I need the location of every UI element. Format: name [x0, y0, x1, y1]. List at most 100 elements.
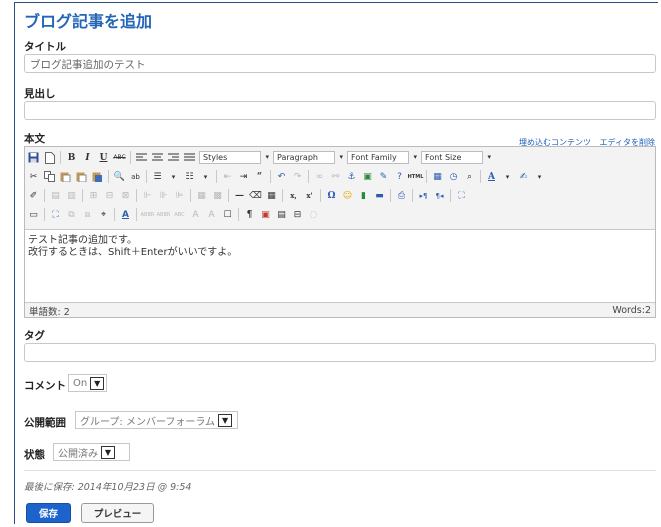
edit-css-icon[interactable]: ✐ — [27, 189, 40, 202]
paste-icon[interactable] — [59, 170, 72, 183]
undo-icon[interactable]: ↶ — [275, 170, 288, 183]
find-icon[interactable]: 🔍 — [113, 170, 126, 183]
link-icon[interactable]: ∞ — [313, 170, 326, 183]
clock-icon[interactable]: ◷ — [447, 170, 460, 183]
chevron-down-icon[interactable]: ▾ — [501, 170, 514, 183]
replace-icon[interactable]: ab — [129, 170, 142, 183]
subscript-icon[interactable]: x, — [287, 189, 300, 202]
advanced-hr-icon[interactable]: ▬ — [373, 189, 386, 202]
italic-button[interactable]: I — [81, 151, 94, 164]
zoom-icon[interactable]: ⌕ — [463, 170, 476, 183]
move-forward-icon[interactable]: ⛶ — [49, 208, 62, 221]
rtl-icon[interactable]: ¶◂ — [433, 189, 446, 202]
font-color-icon[interactable]: A — [485, 170, 498, 183]
delete-row-icon[interactable]: ⊠ — [119, 189, 132, 202]
copy-icon[interactable] — [43, 170, 56, 183]
fullscreen-icon[interactable]: ⛶ — [455, 189, 468, 202]
tags-input[interactable] — [24, 343, 656, 362]
toolbar-separator — [136, 189, 137, 202]
indent-icon[interactable]: ⇥ — [237, 170, 250, 183]
acronym-icon[interactable]: ABC — [173, 208, 186, 221]
split-cells-icon[interactable]: ▦ — [195, 189, 208, 202]
title-input[interactable]: ブログ記事追加のテスト — [24, 54, 656, 73]
status-select[interactable]: 公開済み ▼ — [53, 443, 130, 461]
visibility-select[interactable]: グループ: メンバーフォーラム ▼ — [75, 411, 238, 429]
row-insert-icon[interactable]: ▤ — [49, 189, 62, 202]
html-source-icon[interactable]: HTML — [408, 170, 424, 183]
table-icon[interactable]: ▦ — [431, 170, 444, 183]
merge-cells-icon[interactable]: ▩ — [211, 189, 224, 202]
insert-col-before-icon[interactable]: ⊩ — [141, 189, 154, 202]
move-backward-icon[interactable]: ⧉ — [65, 208, 78, 221]
align-justify-icon[interactable] — [183, 151, 196, 164]
insert-layer-icon[interactable]: ▭ — [27, 208, 40, 221]
attribs-icon[interactable]: ☐ — [221, 208, 234, 221]
editor-content-line: テスト記事の追加です。 — [28, 235, 137, 246]
unlink-icon[interactable]: ⚯ — [329, 170, 342, 183]
format-dropdown[interactable]: Paragraph ▾ — [273, 151, 343, 164]
nonbreaking-icon[interactable]: ⊟ — [291, 208, 304, 221]
chevron-down-icon[interactable]: ▾ — [533, 170, 546, 183]
insert-row-after-icon[interactable]: ⊟ — [103, 189, 116, 202]
pagebreak-circle-icon[interactable]: ◌ — [307, 208, 320, 221]
underline-button[interactable]: U — [97, 151, 110, 164]
del-icon[interactable]: A — [189, 208, 202, 221]
ltr-icon[interactable]: ▸¶ — [417, 189, 430, 202]
bold-button[interactable]: B — [65, 151, 78, 164]
chevron-down-icon[interactable]: ▾ — [199, 170, 212, 183]
strikethrough-button[interactable]: ABC — [113, 151, 126, 164]
align-center-icon[interactable] — [151, 151, 164, 164]
save-icon[interactable] — [27, 151, 40, 164]
style-props-icon[interactable]: ⌖ — [97, 208, 110, 221]
help-icon[interactable]: ? — [393, 170, 406, 183]
cut-icon[interactable]: ✂ — [27, 170, 40, 183]
comment-select[interactable]: On ▼ — [68, 374, 107, 392]
align-right-icon[interactable] — [167, 151, 180, 164]
font-family-dropdown[interactable]: Font Family ▾ — [347, 151, 417, 164]
toolbar-separator — [108, 170, 109, 183]
superscript-icon[interactable]: x' — [303, 189, 316, 202]
editor-content-area[interactable]: テスト記事の追加です。 改行するときは、Shift＋Enterがいいですよ。 — [25, 229, 655, 303]
chevron-down-icon[interactable]: ▾ — [167, 170, 180, 183]
citation-icon[interactable]: A — [119, 208, 132, 221]
font-size-dropdown[interactable]: Font Size ▾ — [421, 151, 491, 164]
template-icon[interactable]: ▣ — [259, 208, 272, 221]
chevron-down-icon: ▼ — [90, 376, 105, 390]
remove-format-icon[interactable]: ⌫ — [249, 189, 262, 202]
outdent-icon[interactable]: ⇤ — [221, 170, 234, 183]
insert-row-before-icon[interactable]: ⊞ — [87, 189, 100, 202]
cite-icon[interactable]: ABBR — [141, 208, 155, 221]
abbr-icon[interactable]: ABBR — [157, 208, 171, 221]
save-button[interactable]: 保存 — [26, 503, 71, 523]
toolbar-separator — [238, 208, 239, 221]
new-document-icon[interactable] — [43, 151, 56, 164]
cell-props-icon[interactable]: ▥ — [65, 189, 78, 202]
subtitle-input[interactable] — [24, 101, 656, 120]
preview-button[interactable]: プレビュー — [81, 503, 154, 523]
print-icon[interactable]: ⎙ — [395, 189, 408, 202]
anchor-icon[interactable]: ⚓ — [345, 170, 358, 183]
media-icon[interactable]: ▮ — [357, 189, 370, 202]
chevron-down-icon: ▾ — [265, 153, 269, 161]
redo-icon[interactable]: ↷ — [291, 170, 304, 183]
horizontal-rule-icon[interactable]: — — [233, 189, 246, 202]
align-left-icon[interactable] — [135, 151, 148, 164]
blockquote-icon[interactable]: “ — [253, 170, 266, 183]
styles-dropdown[interactable]: Styles ▾ — [199, 151, 269, 164]
show-blocks-icon[interactable]: ¶ — [243, 208, 256, 221]
numbered-list-icon[interactable]: ☷ — [183, 170, 196, 183]
special-char-icon[interactable]: Ω — [325, 189, 338, 202]
delete-col-icon[interactable]: ⊫ — [173, 189, 186, 202]
paste-text-icon[interactable] — [75, 170, 88, 183]
ins-icon[interactable]: A — [205, 208, 218, 221]
visual-aid-icon[interactable]: ▦ — [265, 189, 278, 202]
image-icon[interactable]: ▣ — [361, 170, 374, 183]
page-break-icon[interactable]: ▤ — [275, 208, 288, 221]
absolute-icon[interactable]: ⧈ — [81, 208, 94, 221]
bullet-list-icon[interactable]: ☰ — [151, 170, 164, 183]
emoticon-icon[interactable]: ☺ — [341, 189, 354, 202]
highlight-color-icon[interactable]: ✍ — [517, 170, 530, 183]
paste-word-icon[interactable] — [91, 170, 104, 183]
cleanup-icon[interactable]: ✎ — [377, 170, 390, 183]
insert-col-after-icon[interactable]: ⊪ — [157, 189, 170, 202]
